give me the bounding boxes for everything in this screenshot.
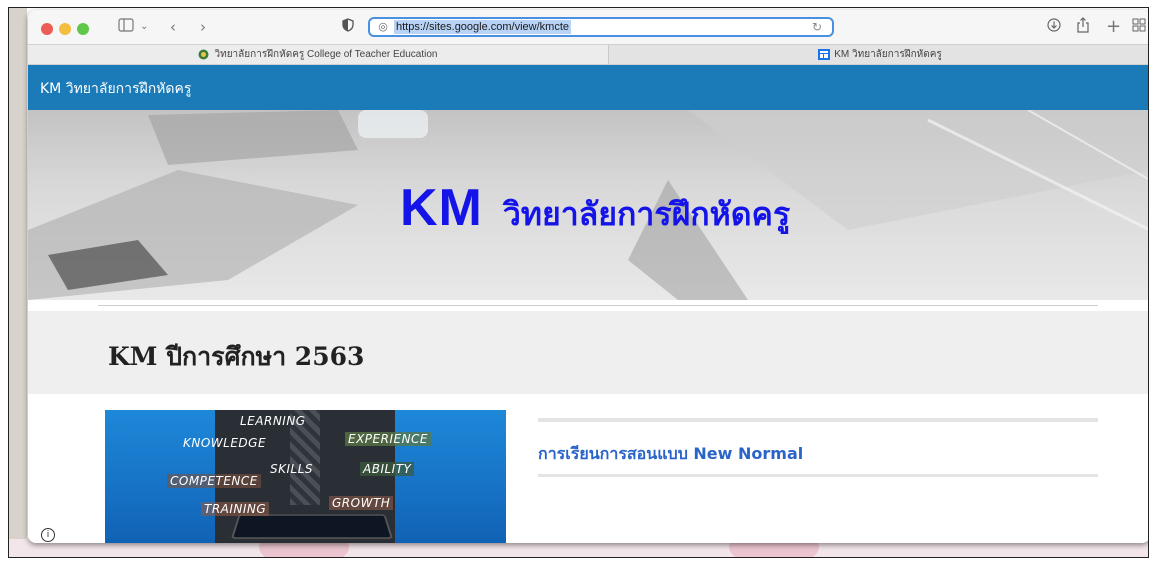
thumbnail-word: KNOWLEDGE <box>183 436 267 450</box>
address-url[interactable]: https://sites.google.com/view/kmcte <box>394 20 572 34</box>
reload-icon[interactable]: ↻ <box>812 20 822 34</box>
section-header: KM ปีการศึกษา 2563 <box>28 311 1148 394</box>
tab-km[interactable]: KM วิทยาลัยการฝึกหัดครู <box>608 45 1148 64</box>
thumbnail-word: TRAINING <box>201 502 270 516</box>
screenshot-frame: ⌄ ‹ › ◎ https://sites.google.com/view/km… <box>8 7 1149 558</box>
chevron-down-icon[interactable]: ⌄ <box>140 17 148 37</box>
grid-icon[interactable] <box>1132 17 1146 37</box>
background-desktop <box>9 8 27 557</box>
page-content: KM ปีการศึกษา 2563 LEARNING KNOWLEDGE EX… <box>28 300 1148 543</box>
sidebar-icon[interactable] <box>118 17 134 37</box>
thumbnail-word: LEARNING <box>240 414 306 428</box>
privacy-shield-icon[interactable] <box>342 17 354 37</box>
card-title-link[interactable]: การเรียนการสอนแบบ New Normal <box>538 442 803 467</box>
section-title: KM ปีการศึกษา 2563 <box>108 342 365 371</box>
hero-title: KM วิทยาลัยการฝึกหัดครู <box>400 178 790 240</box>
share-icon[interactable] <box>1076 17 1090 38</box>
tab-label: วิทยาลัยการฝึกหัดครู College of Teacher … <box>214 49 438 60</box>
site-header: KM วิทยาลัยการฝึกหัดครู <box>28 65 1148 110</box>
thumbnail-word: GROWTH <box>329 496 394 510</box>
forward-icon[interactable]: › <box>200 17 206 37</box>
back-icon[interactable]: ‹ <box>170 17 176 37</box>
google-sites-favicon-icon <box>818 49 831 60</box>
tab-college[interactable]: วิทยาลัยการฝึกหัดครู College of Teacher … <box>28 45 608 64</box>
thumbnail-word: COMPETENCE <box>167 474 261 488</box>
globe-icon: ◎ <box>378 20 388 33</box>
thumbnail-word: EXPERIENCE <box>345 432 432 446</box>
hero-banner: KM วิทยาลัยการฝึกหัดครู <box>28 110 1148 300</box>
card-divider <box>538 418 1098 422</box>
divider <box>98 305 1098 306</box>
card-divider <box>538 474 1098 477</box>
browser-toolbar: ⌄ ‹ › ◎ https://sites.google.com/view/km… <box>28 10 1148 44</box>
info-icon[interactable]: i <box>41 528 55 542</box>
minimize-window-button[interactable] <box>59 23 71 35</box>
browser-window: ⌄ ‹ › ◎ https://sites.google.com/view/km… <box>28 10 1148 543</box>
tablet-graphic <box>230 514 394 539</box>
hero-km-text: KM <box>400 179 483 237</box>
tab-bar: วิทยาลัยการฝึกหัดครู College of Teacher … <box>28 44 1148 65</box>
site-title[interactable]: KM วิทยาลัยการฝึกหัดครู <box>40 78 191 100</box>
plus-icon[interactable]: + <box>1106 17 1121 37</box>
thumbnail-word: SKILLS <box>270 462 314 476</box>
download-icon[interactable] <box>1047 17 1061 37</box>
thumbnail-word: ABILITY <box>360 462 415 476</box>
tab-label: KM วิทยาลัยการฝึกหัดครู <box>834 49 942 60</box>
hero-subtitle: วิทยาลัยการฝึกหัดครู <box>502 195 791 233</box>
km-thumbnail-image[interactable]: LEARNING KNOWLEDGE EXPERIENCE SKILLS ABI… <box>105 410 506 543</box>
close-window-button[interactable] <box>41 23 53 35</box>
zoom-window-button[interactable] <box>77 23 89 35</box>
address-bar[interactable]: ◎ https://sites.google.com/view/kmcte ↻ <box>368 17 834 37</box>
college-favicon-icon <box>198 49 209 60</box>
